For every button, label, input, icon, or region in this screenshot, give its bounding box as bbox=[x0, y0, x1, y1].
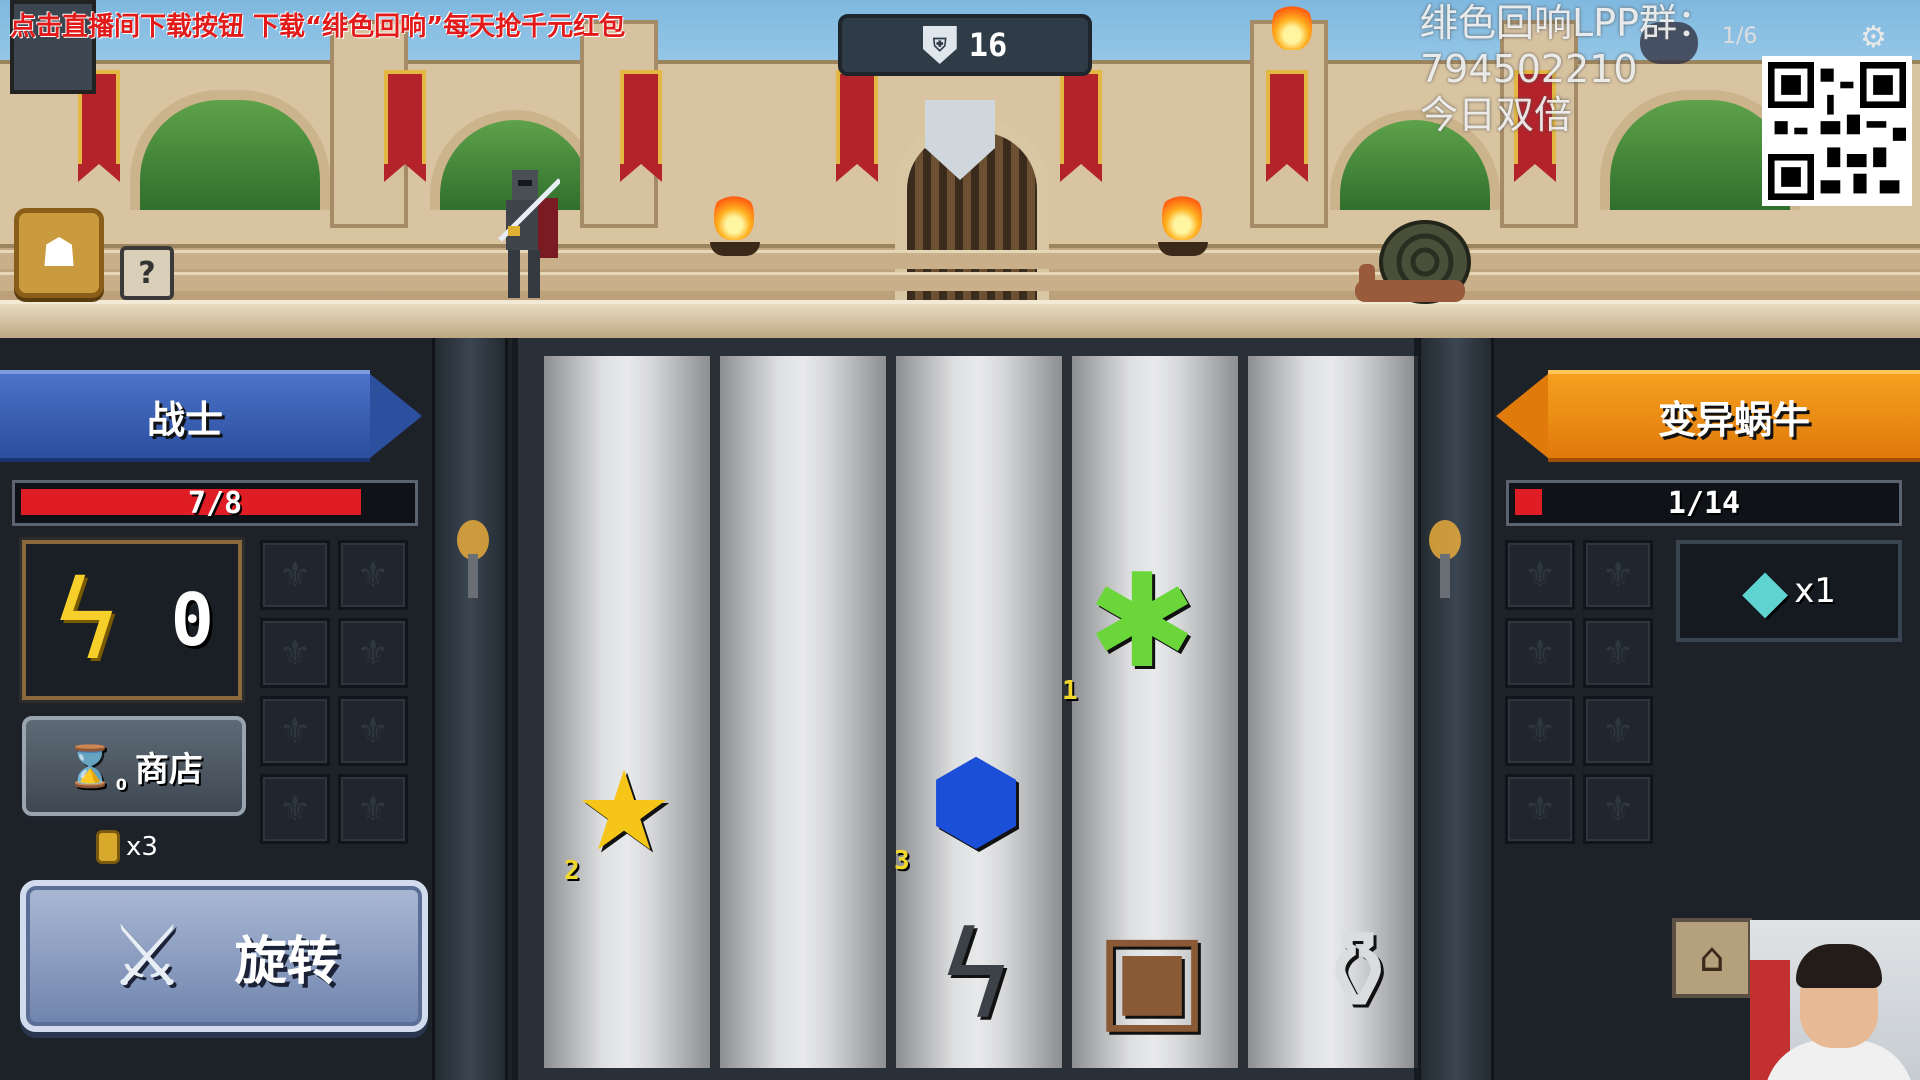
arena-step bbox=[0, 272, 1920, 291]
wave-counter: ⛨ 16 bbox=[838, 14, 1092, 76]
hourglass-icon: ⌛ 0 bbox=[65, 743, 127, 794]
enemy-drop-item[interactable]: ◆ x1 bbox=[1676, 540, 1902, 642]
castle-icon: ⌂ bbox=[1699, 935, 1725, 981]
stone-pillar bbox=[1418, 338, 1494, 1080]
knight-sprite bbox=[498, 170, 560, 298]
empty-item-slot[interactable]: ⚜ bbox=[260, 696, 330, 766]
star-icon: ★ bbox=[574, 747, 674, 875]
energy-panel: ϟ 0 bbox=[19, 537, 245, 703]
coin-icon bbox=[96, 830, 120, 864]
arena-step bbox=[0, 250, 1920, 269]
empty-item-slot[interactable]: ⚜ bbox=[338, 618, 408, 688]
slot-reel: ★ 2 bbox=[540, 356, 714, 1068]
shield-icon: ⛨ bbox=[922, 26, 957, 64]
enemy-name: 变异蜗牛 bbox=[1657, 397, 1810, 442]
potion-vial-icon: ⚱ bbox=[1311, 907, 1405, 1035]
empty-item-slot[interactable]: ⚜ bbox=[1583, 696, 1653, 766]
enemy-hp-bar: 1/14 bbox=[1506, 480, 1902, 526]
bag-icon: ☗ bbox=[41, 230, 77, 276]
item-count: 3 bbox=[894, 846, 910, 876]
item-count: 1 bbox=[1062, 676, 1078, 706]
empty-item-slot[interactable]: ⚜ bbox=[260, 540, 330, 610]
player-name-banner: 战士 bbox=[0, 370, 422, 462]
red-banner bbox=[384, 70, 426, 182]
player-item-slots: ⚜ ⚜ ⚜ ⚜ ⚜ ⚜ ⚜ ⚜ bbox=[260, 540, 408, 844]
empty-item-slot[interactable]: ⚜ bbox=[1505, 618, 1575, 688]
coin-count: x3 bbox=[126, 832, 158, 862]
red-banner bbox=[1060, 70, 1102, 182]
player-name: 战士 bbox=[146, 397, 223, 442]
wall-torch-icon bbox=[1429, 520, 1461, 598]
red-banner bbox=[836, 70, 878, 182]
item-count: 2 bbox=[564, 856, 580, 886]
empty-item-slot[interactable]: ⚜ bbox=[260, 618, 330, 688]
fire-icon bbox=[714, 190, 754, 240]
slot-reel bbox=[716, 356, 890, 1068]
crossed-swords-icon: ⚔ bbox=[109, 907, 185, 1005]
brazier-icon bbox=[710, 242, 760, 256]
player-hp-bar: 7/8 bbox=[12, 480, 418, 526]
lightning-icon: ϟ bbox=[50, 556, 123, 684]
lightning-dark-icon: ϟ bbox=[936, 906, 1016, 1046]
crystal-shell-icon: ◆ bbox=[1742, 556, 1789, 626]
enemy-item-slots: ⚜ ⚜ ⚜ ⚜ ⚜ ⚜ ⚜ ⚜ bbox=[1505, 540, 1653, 844]
empty-item-slot[interactable]: ⚜ bbox=[1505, 540, 1575, 610]
arena-floor bbox=[0, 300, 1920, 338]
slot-reels: ★ 2 ⬢ 3 ϟ ✱ 1 ▣ ⚱ bbox=[512, 338, 1420, 1080]
coin-counter: x3 bbox=[96, 830, 158, 864]
empty-item-slot[interactable]: ⚜ bbox=[1583, 618, 1653, 688]
empty-item-slot[interactable]: ⚜ bbox=[338, 774, 408, 844]
empty-item-slot[interactable]: ⚜ bbox=[1583, 540, 1653, 610]
enemy-item-count: x1 bbox=[1794, 571, 1836, 611]
castle-map-button[interactable]: ⌂ bbox=[1672, 918, 1752, 998]
streamer-webcam bbox=[1750, 920, 1920, 1080]
red-banner bbox=[1266, 70, 1308, 182]
empty-item-slot[interactable]: ⚜ bbox=[338, 696, 408, 766]
enemy-name-banner: 变异蜗牛 bbox=[1496, 370, 1920, 462]
stone-pillar bbox=[432, 338, 508, 1080]
snail-enemy-sprite bbox=[1355, 220, 1471, 304]
wall-torch-icon bbox=[457, 520, 489, 598]
empty-item-slot[interactable]: ⚜ bbox=[1583, 774, 1653, 844]
shop-button[interactable]: ⌛ 0 商店 bbox=[22, 716, 246, 816]
empty-item-slot[interactable]: ⚜ bbox=[1505, 774, 1575, 844]
empty-item-slot[interactable]: ⚜ bbox=[1505, 696, 1575, 766]
brazier-icon bbox=[1158, 242, 1208, 256]
qr-code-image bbox=[1768, 62, 1906, 200]
arena-scene: ⛨ 16 点击直播间下载按钮 下载“绯色回响”每天抢千元红包 1/6 ⚙ 绯色回… bbox=[0, 0, 1920, 338]
fire-icon bbox=[1162, 190, 1202, 240]
slot-reel: ✱ 1 ▣ bbox=[1062, 356, 1242, 1068]
shop-label: 商店 bbox=[134, 749, 203, 790]
inventory-bag-button[interactable]: ☗ bbox=[14, 208, 104, 298]
player-hp-text: 7/8 bbox=[187, 485, 243, 521]
spin-label: 旋转 bbox=[234, 931, 339, 992]
energy-value: 0 bbox=[170, 578, 214, 662]
stream-promo-text: 点击直播间下载按钮 下载“绯色回响”每天抢千元红包 bbox=[10, 12, 626, 42]
empty-item-slot[interactable]: ⚜ bbox=[338, 540, 408, 610]
enemy-hp-text: 1/14 bbox=[1667, 485, 1741, 521]
empty-item-slot[interactable]: ⚜ bbox=[260, 774, 330, 844]
sapphire-icon: ⬢ bbox=[927, 737, 1025, 865]
wooden-shield-icon: ▣ bbox=[1095, 906, 1209, 1046]
qr-code bbox=[1762, 56, 1912, 206]
question-icon: ? bbox=[138, 255, 156, 291]
help-button[interactable]: ? bbox=[120, 246, 174, 300]
fire-icon bbox=[1272, 0, 1312, 50]
hourglass-count: 0 bbox=[115, 774, 127, 794]
slime-splat-icon: ✱ bbox=[1087, 545, 1197, 697]
wave-number: 16 bbox=[968, 26, 1008, 64]
red-banner bbox=[620, 70, 662, 182]
slot-reel: ⬢ 3 ϟ bbox=[892, 356, 1066, 1068]
spin-button[interactable]: ⚔ 旋转 bbox=[20, 880, 428, 1032]
slot-reel: ⚱ bbox=[1244, 356, 1418, 1068]
